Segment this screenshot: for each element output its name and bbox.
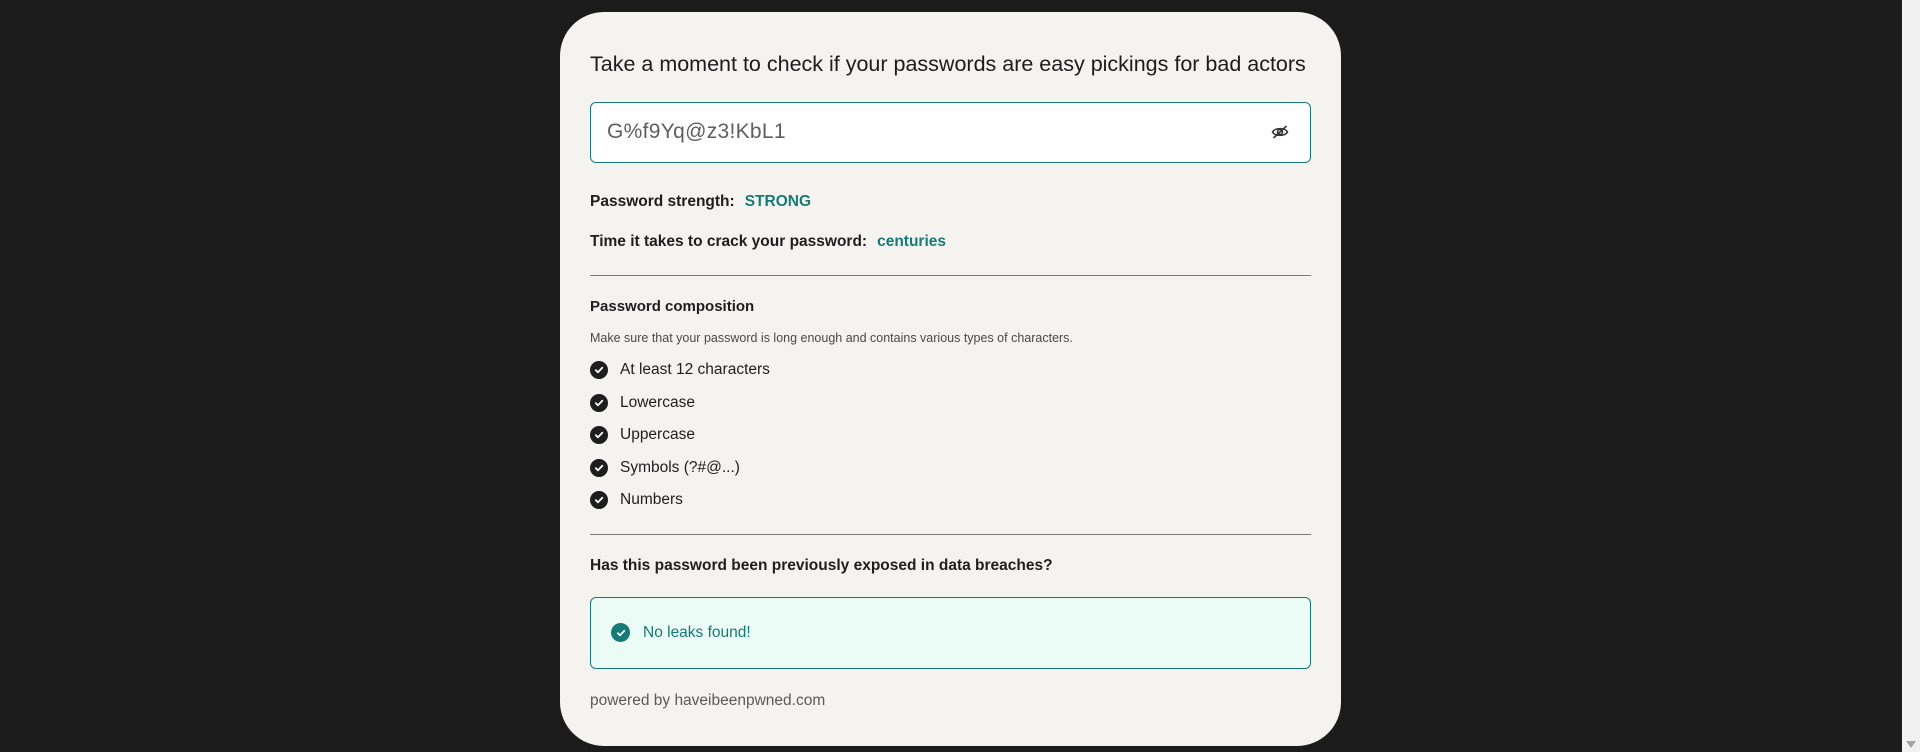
criterion-lowercase: Lowercase <box>590 386 1311 419</box>
check-circle-icon <box>590 393 608 412</box>
criterion-label: Uppercase <box>620 426 695 444</box>
check-circle-icon <box>590 426 608 445</box>
check-circle-icon <box>590 361 608 380</box>
criterion-label: At least 12 characters <box>620 361 770 379</box>
composition-subtitle: Make sure that your password is long eno… <box>590 330 1073 345</box>
password-field[interactable] <box>590 101 1311 163</box>
crack-time-value: centuries <box>877 232 947 250</box>
crack-time: Time it takes to crack your password: ce… <box>590 233 1311 251</box>
criterion-symbols: Symbols (?#@...) <box>590 452 1311 485</box>
crack-time-label: Time it takes to crack your password: <box>590 232 868 250</box>
password-checker-card: Take a moment to check if your passwords… <box>560 12 1341 746</box>
criterion-label: Numbers <box>620 491 683 509</box>
password-input[interactable] <box>607 120 1266 145</box>
check-circle-icon <box>590 491 608 510</box>
page-title: Take a moment to check if your passwords… <box>590 52 1306 76</box>
password-strength: Password strength: STRONG <box>590 193 1311 211</box>
breach-result-text: No leaks found! <box>643 623 751 641</box>
breach-question: Has this password been previously expose… <box>590 556 1053 574</box>
strength-label: Password strength: <box>590 192 735 210</box>
check-circle-icon <box>611 623 630 643</box>
composition-list: At least 12 characters Lowercase Upperca… <box>590 354 1311 517</box>
criterion-length: At least 12 characters <box>590 354 1311 387</box>
composition-title: Password composition <box>590 297 755 315</box>
scroll-down-arrow-icon[interactable] <box>1906 741 1916 748</box>
criterion-label: Symbols (?#@...) <box>620 458 740 476</box>
breach-result-box: No leaks found! <box>590 596 1311 669</box>
eye-slash-icon[interactable] <box>1266 118 1294 146</box>
divider <box>590 274 1311 276</box>
check-circle-icon <box>590 458 608 477</box>
powered-by: powered by haveibeenpwned.com <box>590 691 826 709</box>
criterion-numbers: Numbers <box>590 484 1311 517</box>
criterion-label: Lowercase <box>620 393 695 411</box>
strength-value: STRONG <box>744 192 812 210</box>
vertical-scrollbar[interactable] <box>1902 0 1920 752</box>
divider <box>590 533 1311 535</box>
criterion-uppercase: Uppercase <box>590 419 1311 452</box>
